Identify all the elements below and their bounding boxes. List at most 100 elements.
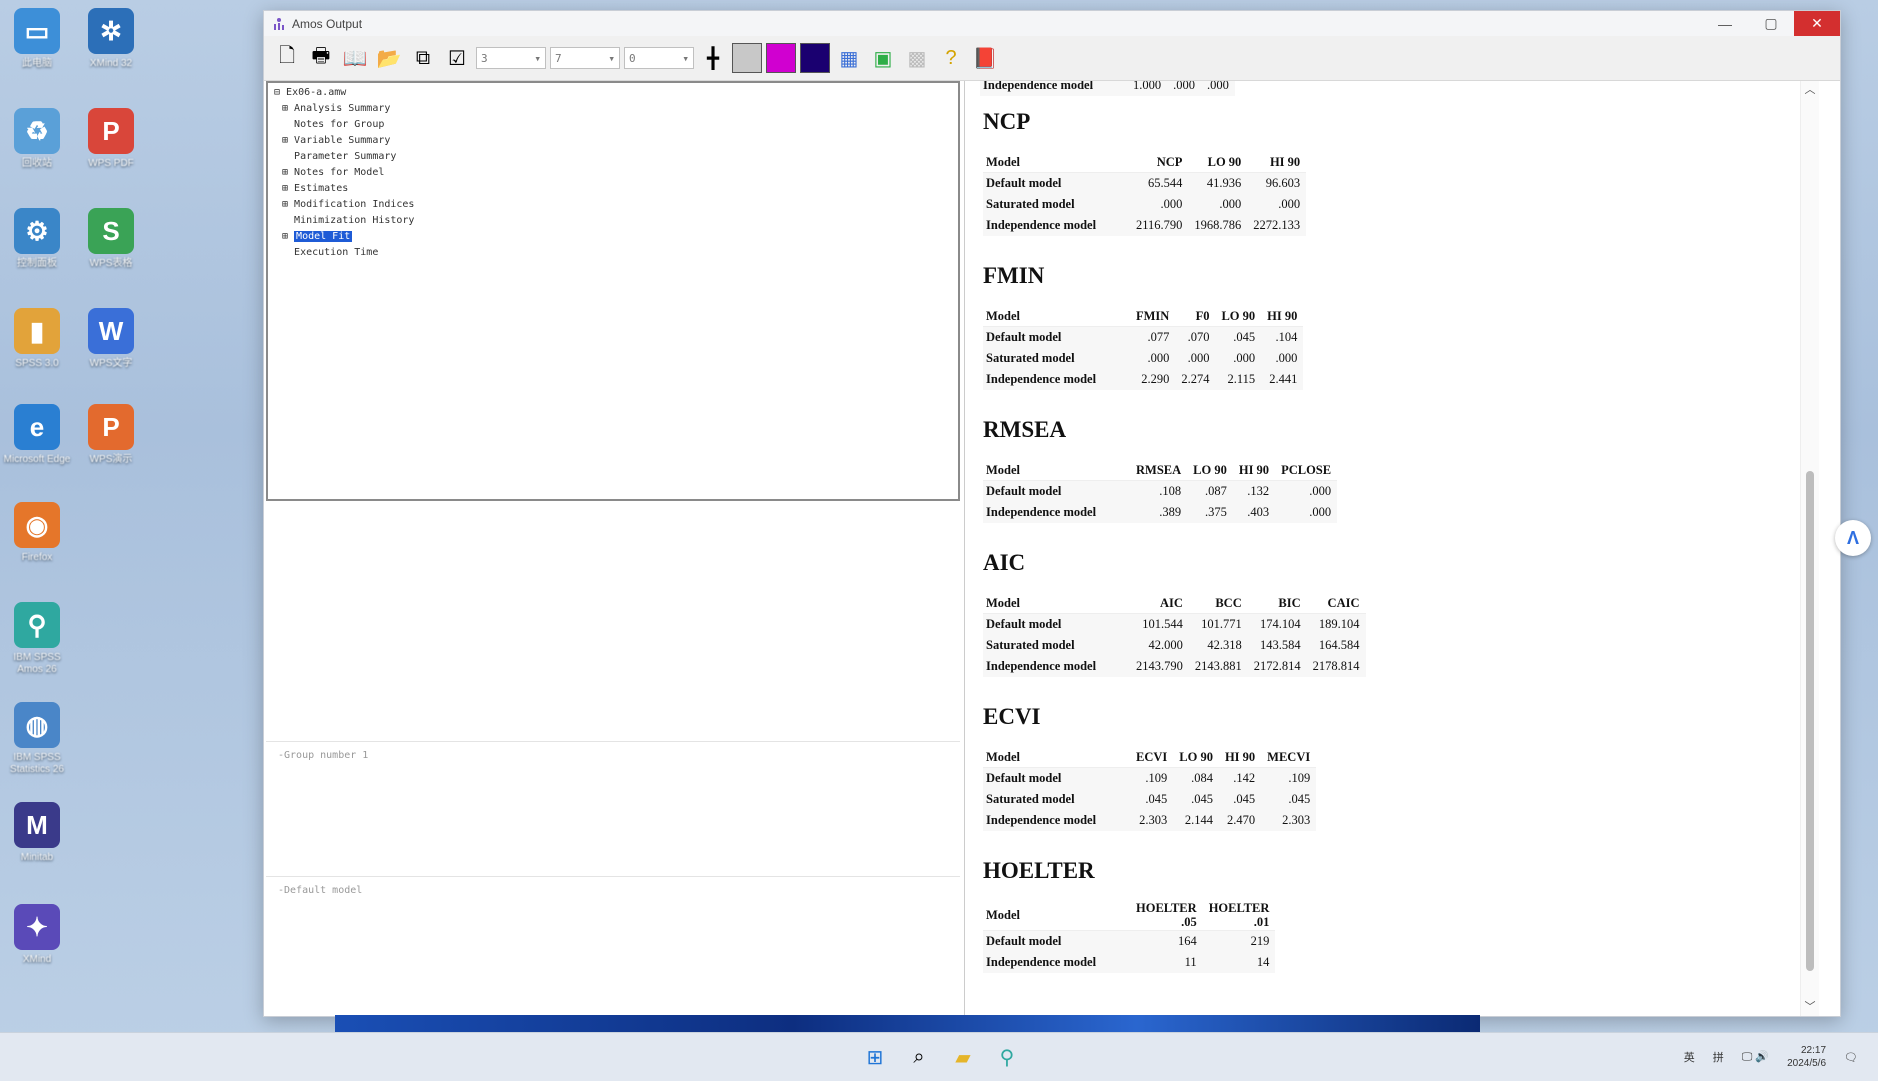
tree-expander[interactable] xyxy=(282,151,294,162)
tree-item-label: Model Fit xyxy=(294,231,353,242)
start-windows-icon[interactable]: ⊞ xyxy=(860,1042,890,1072)
desktop-icon[interactable]: P WPS PDF xyxy=(76,108,146,170)
table-cell: .104 xyxy=(1261,326,1304,348)
desktop-icon-label: Firefox xyxy=(21,552,53,563)
tree-item[interactable]: ⊞ Model Fit xyxy=(274,229,952,245)
desktop-icon[interactable]: ⚲ IBM SPSS Amos 26 xyxy=(2,602,72,676)
table-cell: 42.000 xyxy=(1130,635,1189,656)
tree-expander[interactable] xyxy=(282,119,294,130)
file-explorer-icon[interactable]: ▰ xyxy=(948,1042,978,1072)
table-cell: .087 xyxy=(1187,480,1233,502)
column-spacing-select[interactable]: 0 ▾ xyxy=(624,47,694,69)
table-width-select[interactable]: 7 ▾ xyxy=(550,47,620,69)
minimize-button[interactable]: — xyxy=(1702,11,1748,36)
scroll-down-icon[interactable]: ﹀ xyxy=(1801,998,1819,1016)
tree-item[interactable]: ⊞ Notes for Model xyxy=(274,165,952,181)
app-shortcut-icon: S xyxy=(88,208,134,254)
table-row: Saturated model 42.000 42.318 143.584 164.58… xyxy=(983,635,1366,656)
tree-item[interactable]: ⊞ Analysis Summary xyxy=(274,101,952,117)
model-label: -Default model xyxy=(278,885,363,896)
table-cell: 1968.786 xyxy=(1188,215,1248,236)
tree-item-label: Estimates xyxy=(294,183,349,194)
desktop-icon[interactable]: M Minitab xyxy=(2,802,72,864)
desktop-icon[interactable]: ▮ SPSS 3.0 xyxy=(2,308,72,370)
close-button[interactable]: ✕ xyxy=(1794,11,1840,36)
tree-expander[interactable]: ⊞ xyxy=(282,135,294,146)
tree-item[interactable]: Notes for Group xyxy=(274,117,952,133)
grid-color-swatch[interactable] xyxy=(732,43,762,73)
table-row: Saturated model .000.000.000.000 xyxy=(983,348,1304,369)
desktop-icon[interactable]: ✦ XMind xyxy=(2,904,72,966)
magenta-color-swatch[interactable] xyxy=(766,43,796,73)
clock[interactable]: 22:17 2024/5/6 xyxy=(1787,1044,1826,1070)
decimals-select[interactable]: 3 ▾ xyxy=(476,47,546,69)
green-view-icon[interactable]: ▣ xyxy=(868,43,898,73)
table-cell: 101.544 xyxy=(1130,613,1189,635)
table-cell: .132 xyxy=(1232,480,1276,502)
tree-item[interactable]: Execution Time xyxy=(274,245,952,261)
scroll-up-icon[interactable]: ︿ xyxy=(1801,81,1819,99)
tree-item[interactable]: ⊞ Modification Indices xyxy=(274,197,952,213)
tree-item[interactable]: Minimization History xyxy=(274,213,952,229)
table-cell: .108 xyxy=(1130,480,1188,502)
rmsea-table: Model RMSEA LO 90 HI 90 PCLOSE Default model.… xyxy=(983,459,1338,523)
group-pane[interactable]: -Group number 1 xyxy=(266,741,960,871)
manual-book-icon[interactable]: 📕 xyxy=(970,43,1000,73)
tree-expander[interactable]: ⊞ xyxy=(282,183,294,194)
scroll-thumb[interactable] xyxy=(1806,471,1814,971)
print-icon[interactable]: 🖶 xyxy=(306,43,336,73)
model-pane[interactable]: -Default model xyxy=(266,876,960,1016)
column-header: HI 90 xyxy=(1218,746,1262,768)
tree-expander[interactable]: ⊞ xyxy=(282,231,294,242)
tree-item[interactable]: ⊞ Estimates xyxy=(274,181,952,197)
tree-expander[interactable]: ⊞ xyxy=(282,199,294,210)
desktop-icon[interactable]: ◉ Firefox xyxy=(2,502,72,564)
notification-icon[interactable]: 🗨 xyxy=(1844,1051,1858,1064)
tree-item-label: Minimization History xyxy=(294,215,415,226)
desktop-icon[interactable]: ▭ 此电脑 xyxy=(2,8,72,70)
assistant-float-icon[interactable]: Λ xyxy=(1835,520,1871,556)
table-rules-icon[interactable]: ╋ xyxy=(698,43,728,73)
aic-table: Model AIC BCC BIC CAIC Default model 101.544 10… xyxy=(983,592,1366,677)
desktop-icon[interactable]: ⚙ 控制面板 xyxy=(2,208,72,270)
page-preview-icon[interactable]: 🗋 xyxy=(272,43,302,73)
group-label: -Group number 1 xyxy=(278,750,369,761)
open-folder-icon[interactable]: 📂 xyxy=(374,43,404,73)
desktop-icon[interactable]: ♻ 回收站 xyxy=(2,108,72,170)
tree-item[interactable]: Parameter Summary xyxy=(274,149,952,165)
desktop-icon[interactable]: e Microsoft Edge xyxy=(2,404,72,466)
navy-color-swatch[interactable] xyxy=(800,43,830,73)
desktop-icon[interactable]: W WPS文字 xyxy=(76,308,146,370)
aic-section: AIC Model AIC BCC BIC CAIC Default model 101.54… xyxy=(983,550,1366,677)
ncp-title: NCP xyxy=(983,109,1031,134)
tree-item[interactable]: ⊞ Variable Summary xyxy=(274,133,952,149)
language-indicator[interactable]: 英 xyxy=(1684,1049,1695,1065)
desktop-icon[interactable]: S WPS表格 xyxy=(76,208,146,270)
disabled-view-icon[interactable]: ▩ xyxy=(902,43,932,73)
vertical-scrollbar[interactable]: ︿ ﹀ xyxy=(1800,81,1819,1016)
desktop-icon[interactable]: ✲ XMind 32 xyxy=(76,8,146,70)
amos-taskbar-icon[interactable]: ⚲ xyxy=(992,1042,1022,1072)
tree-root[interactable]: ⊟ Ex06-a.amw xyxy=(274,85,952,101)
tree-item-label: Execution Time xyxy=(294,247,379,258)
search-icon[interactable]: ⌕ xyxy=(904,1042,934,1072)
copy-icon[interactable]: ⧉ xyxy=(408,43,438,73)
column-header: HOELTER .01 xyxy=(1202,900,1276,931)
desktop-icon[interactable]: P WPS演示 xyxy=(76,404,146,466)
book-icon[interactable]: 📖 xyxy=(340,43,370,73)
ime-indicator[interactable]: 拼 xyxy=(1713,1049,1724,1065)
output-tree: ⊟ Ex06-a.amw ⊞ Analysis Summary Notes fo… xyxy=(266,81,960,501)
tree-expander[interactable] xyxy=(282,215,294,226)
maximize-button[interactable]: ▢ xyxy=(1748,11,1794,36)
help-icon[interactable]: ? xyxy=(936,43,966,73)
tree-expander[interactable]: ⊞ xyxy=(282,103,294,114)
title-bar[interactable]: Amos Output — ▢ ✕ xyxy=(264,11,1840,36)
tree-expander[interactable] xyxy=(282,247,294,258)
column-header: BCC xyxy=(1188,592,1248,614)
desktop-icon[interactable]: ◍ IBM SPSS Statistics 26 xyxy=(2,702,72,776)
column-header: HI 90 xyxy=(1232,459,1276,481)
options-check-icon[interactable]: ☑ xyxy=(442,43,472,73)
network-volume-icon[interactable]: 🖵 🔊 xyxy=(1742,1050,1769,1064)
tree-expander[interactable]: ⊞ xyxy=(282,167,294,178)
table-view-icon[interactable]: ▦ xyxy=(834,43,864,73)
